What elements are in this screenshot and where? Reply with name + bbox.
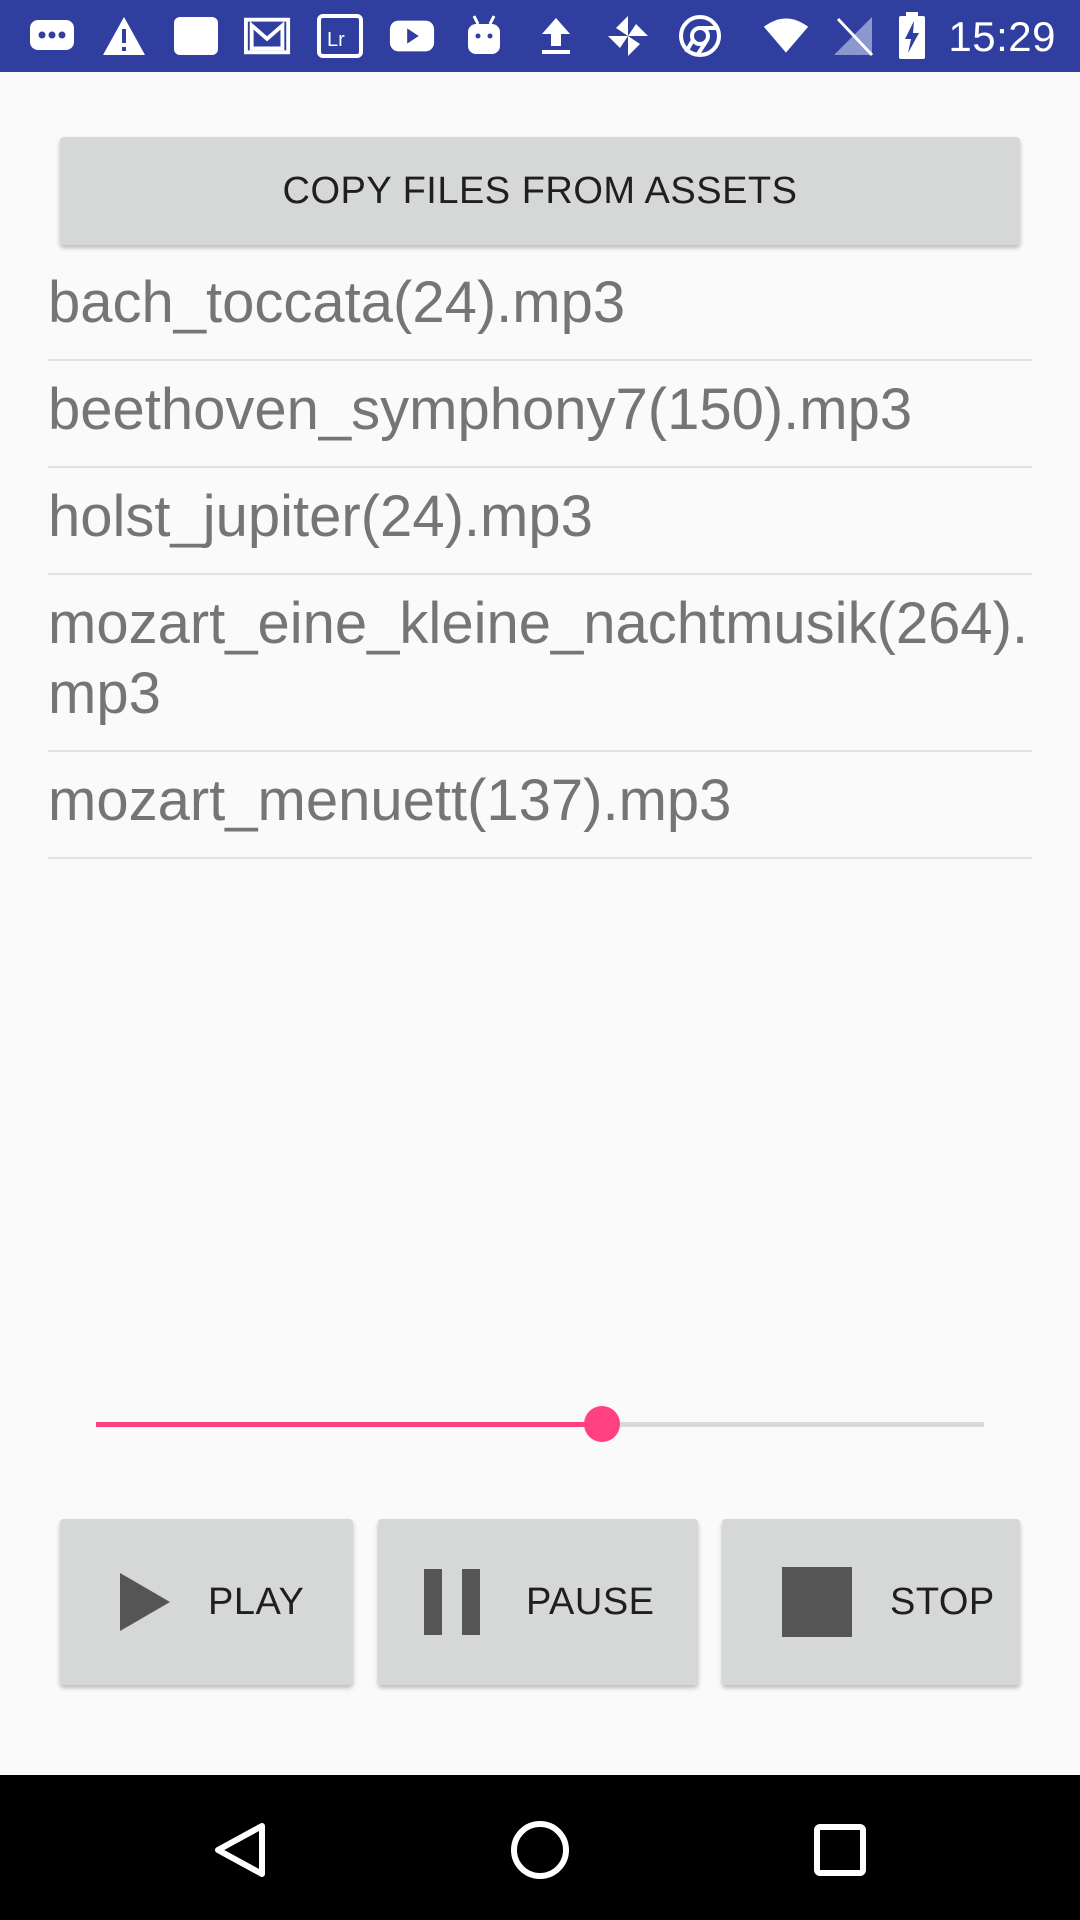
recents-icon[interactable] [800,1815,880,1885]
list-item[interactable]: mozart_menuett(137).mp3 [48,752,1032,859]
svg-text:Lr: Lr [327,29,345,51]
file-list: bach_toccata(24).mp3 beethoven_symphony7… [48,254,1032,859]
pause-button[interactable]: PAUSE [378,1519,698,1685]
status-clock: 15:29 [948,13,1056,60]
list-item[interactable]: bach_toccata(24).mp3 [48,254,1032,361]
status-icons: Lr 15:29 [0,0,1080,72]
pinwheel-icon [604,14,652,58]
seek-bar[interactable] [96,1400,984,1448]
stop-icon [782,1567,852,1637]
stop-label: STOP [890,1580,995,1623]
list-item[interactable]: beethoven_symphony7(150).mp3 [48,361,1032,468]
seek-progress-fill [96,1422,603,1427]
no-signal-icon [830,14,878,58]
list-item[interactable]: mozart_eine_kleine_nachtmusik(264).mp3 [48,575,1032,752]
back-icon[interactable] [200,1815,280,1885]
home-icon[interactable] [500,1815,580,1885]
warning-icon [100,14,148,58]
pause-icon [418,1567,488,1637]
youtube-icon [388,14,436,58]
stop-button[interactable]: STOP [722,1519,1020,1685]
lightroom-icon: Lr [316,14,364,58]
wifi-icon [762,14,810,58]
pause-label: PAUSE [526,1580,655,1623]
chrome-icon [676,14,724,58]
gmail-icon [244,14,292,58]
navigation-bar [0,1775,1080,1920]
play-button[interactable]: PLAY [60,1519,353,1685]
list-item[interactable]: holst_jupiter(24).mp3 [48,468,1032,575]
messages-icon [28,14,76,58]
play-label: PLAY [208,1580,305,1623]
battery-charging-icon [888,12,936,59]
play-icon [108,1567,178,1637]
seek-thumb[interactable] [584,1406,621,1442]
copy-files-button[interactable]: COPY FILES FROM ASSETS [60,137,1020,245]
status-bar: Lr 15:29 [0,0,1080,72]
app-icon [172,14,220,58]
upload-icon [532,14,580,58]
android-debug-icon [460,14,508,58]
